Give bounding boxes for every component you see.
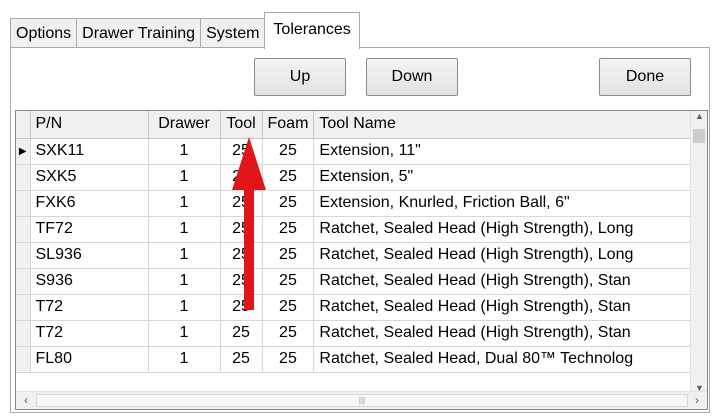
cell-pn[interactable]: SXK5	[30, 164, 149, 191]
column-header-tool-name[interactable]: Tool Name	[313, 111, 695, 139]
cell-pn[interactable]: T72	[30, 320, 149, 347]
table-row[interactable]: FL80 1 25 25 Ratchet, Sealed Head, Dual …	[16, 346, 695, 373]
cell-drawer[interactable]: 1	[148, 164, 221, 191]
cell-foam[interactable]: 25	[262, 346, 315, 373]
table-row[interactable]: FXK6 1 25 25 Extension, Knurled, Frictio…	[16, 190, 695, 217]
column-header-pn[interactable]: P/N	[30, 111, 149, 139]
scroll-right-arrow-icon[interactable]: ›	[689, 393, 705, 407]
cell-foam[interactable]: 25	[262, 268, 315, 295]
cell-tool[interactable]: 25	[220, 164, 263, 191]
cell-drawer[interactable]: 1	[148, 190, 221, 217]
cell-pn[interactable]: FL80	[30, 346, 149, 373]
column-header-drawer[interactable]: Drawer	[148, 111, 221, 139]
cell-drawer[interactable]: 1	[148, 268, 221, 295]
cell-tool-name[interactable]: Ratchet, Sealed Head (High Strength), St…	[313, 294, 695, 321]
header-row: P/N Drawer Tool Foam Tool Name	[16, 111, 695, 139]
cell-pn[interactable]: S936	[30, 268, 149, 295]
cell-tool[interactable]: 25	[220, 242, 263, 269]
cell-tool-name[interactable]: Extension, 5"	[313, 164, 695, 191]
cell-drawer[interactable]: 1	[148, 138, 221, 165]
table-row[interactable]: S936 1 25 25 Ratchet, Sealed Head (High …	[16, 268, 695, 295]
row-header[interactable]	[16, 294, 31, 321]
row-header[interactable]	[16, 164, 31, 191]
cell-tool-name[interactable]: Ratchet, Sealed Head (High Strength), Lo…	[313, 216, 695, 243]
column-header-foam[interactable]: Foam	[262, 111, 315, 139]
row-header[interactable]	[16, 320, 31, 347]
cell-foam[interactable]: 25	[262, 294, 315, 321]
cell-foam[interactable]: 25	[262, 242, 315, 269]
cell-pn[interactable]: T72	[30, 294, 149, 321]
down-button[interactable]: Down	[366, 58, 458, 96]
cell-tool-name[interactable]: Ratchet, Sealed Head (High Strength), St…	[313, 268, 695, 295]
cell-tool-name[interactable]: Ratchet, Sealed Head (High Strength), St…	[313, 320, 695, 347]
cell-drawer[interactable]: 1	[148, 242, 221, 269]
horizontal-scroll-thumb[interactable]: |||	[36, 394, 688, 407]
cell-tool[interactable]: 25	[220, 138, 263, 165]
row-header[interactable]	[16, 242, 31, 269]
row-header[interactable]	[16, 216, 31, 243]
cell-foam[interactable]: 25	[262, 216, 315, 243]
tolerances-panel: Up Down Done P/N Drawer Tool Foam Tool N…	[10, 47, 710, 413]
table-row[interactable]: SXK5 1 25 25 Extension, 5"	[16, 164, 695, 191]
cell-pn[interactable]: FXK6	[30, 190, 149, 217]
table-row[interactable]: T72 1 25 25 Ratchet, Sealed Head (High S…	[16, 294, 695, 321]
cell-tool-name[interactable]: Ratchet, Sealed Head, Dual 80™ Technolog	[313, 346, 695, 373]
cell-tool[interactable]: 25	[220, 190, 263, 217]
vertical-scroll-thumb[interactable]	[693, 129, 705, 143]
cell-pn[interactable]: SL936	[30, 242, 149, 269]
cell-foam[interactable]: 25	[262, 138, 315, 165]
tab-tolerances[interactable]: Tolerances	[264, 12, 360, 49]
current-row-indicator-icon: ▶	[16, 138, 31, 165]
column-header-tool[interactable]: Tool	[220, 111, 263, 139]
tab-strip: Options Drawer Training System Tolerance…	[10, 12, 360, 49]
cell-tool-name[interactable]: Ratchet, Sealed Head (High Strength), Lo…	[313, 242, 695, 269]
scroll-left-arrow-icon[interactable]: ‹	[18, 393, 34, 407]
tolerances-grid[interactable]: P/N Drawer Tool Foam Tool Name ▶ SXK11 1…	[15, 110, 708, 410]
cell-foam[interactable]: 25	[262, 320, 315, 347]
cell-tool[interactable]: 25	[220, 216, 263, 243]
cell-pn[interactable]: SXK11	[30, 138, 149, 165]
cell-tool[interactable]: 25	[220, 294, 263, 321]
cell-drawer[interactable]: 1	[148, 346, 221, 373]
scroll-up-arrow-icon[interactable]: ▲	[691, 111, 707, 121]
cell-foam[interactable]: 25	[262, 190, 315, 217]
vertical-scrollbar[interactable]: ▲ ▼	[690, 111, 707, 393]
cell-tool[interactable]: 25	[220, 346, 263, 373]
up-button[interactable]: Up	[254, 58, 346, 96]
cell-tool[interactable]: 25	[220, 268, 263, 295]
horizontal-scrollbar[interactable]: ‹ ||| ›	[16, 391, 707, 409]
tab-system[interactable]: System	[200, 18, 266, 48]
cell-tool-name[interactable]: Extension, Knurled, Friction Ball, 6"	[313, 190, 695, 217]
row-header[interactable]	[16, 190, 31, 217]
table-row[interactable]: TF72 1 25 25 Ratchet, Sealed Head (High …	[16, 216, 695, 243]
done-button[interactable]: Done	[599, 58, 691, 96]
tab-options[interactable]: Options	[10, 18, 78, 48]
table-row[interactable]: SL936 1 25 25 Ratchet, Sealed Head (High…	[16, 242, 695, 269]
cell-drawer[interactable]: 1	[148, 216, 221, 243]
cell-tool[interactable]: 25	[220, 320, 263, 347]
cell-pn[interactable]: TF72	[30, 216, 149, 243]
row-header-corner	[16, 111, 31, 139]
cell-foam[interactable]: 25	[262, 164, 315, 191]
row-header[interactable]	[16, 346, 31, 373]
table-row[interactable]: ▶ SXK11 1 25 25 Extension, 11"	[16, 138, 695, 165]
tab-drawer-training[interactable]: Drawer Training	[76, 18, 202, 48]
table-row[interactable]: T72 1 25 25 Ratchet, Sealed Head (High S…	[16, 320, 695, 347]
tolerances-table: P/N Drawer Tool Foam Tool Name ▶ SXK11 1…	[16, 111, 695, 373]
row-header[interactable]	[16, 268, 31, 295]
cell-tool-name[interactable]: Extension, 11"	[313, 138, 695, 165]
cell-drawer[interactable]: 1	[148, 294, 221, 321]
cell-drawer[interactable]: 1	[148, 320, 221, 347]
